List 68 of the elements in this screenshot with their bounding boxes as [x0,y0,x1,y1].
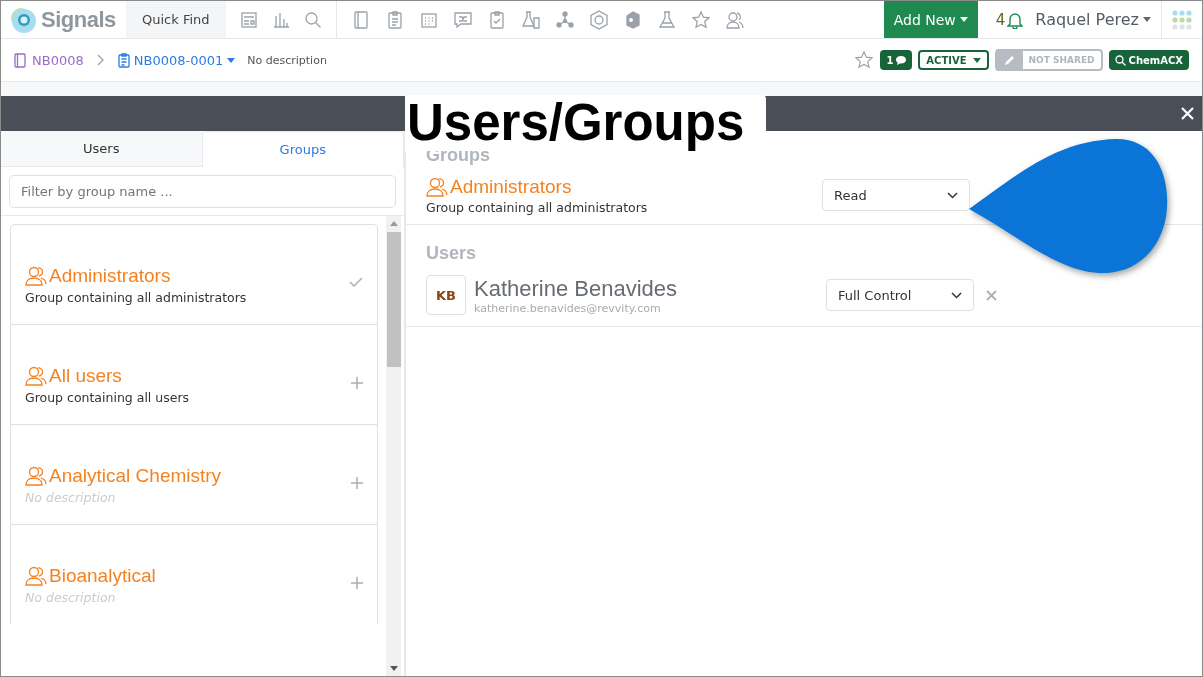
chat-icon[interactable] [452,9,473,30]
notebook-link[interactable]: NB0008 [32,52,84,68]
add-icon[interactable] [351,577,363,589]
scrollbar[interactable] [386,216,401,676]
chevron-down-icon [951,291,962,299]
group-icon [25,566,47,586]
pencil-icon [1003,54,1016,66]
group-icon [25,466,47,486]
bell-icon[interactable] [1007,10,1024,29]
group-description: Group containing all administrators [25,290,248,305]
notification-count: 4 [995,10,1006,29]
remove-icon[interactable] [986,289,997,301]
group-icon [25,366,47,386]
flask-rack-icon[interactable] [520,9,541,30]
group-name: All users [49,365,122,387]
user-avatar: KB [426,275,466,315]
add-new-button[interactable]: Add New [883,1,978,38]
scroll-up-icon [389,221,398,226]
add-icon[interactable] [351,377,363,389]
caret-icon [1143,17,1151,22]
search-icon[interactable] [303,10,322,29]
network-icon[interactable] [554,9,575,30]
group-name: Administrators [49,265,171,287]
group-name: Analytical Chemistry [49,465,222,487]
bar-chart-icon[interactable] [271,10,290,29]
users-icon[interactable] [724,9,745,30]
permission-dropdown[interactable]: Full Control [826,279,974,311]
scroll-down-icon [389,666,398,671]
user-name: Katherine Benavides [474,275,679,302]
logo-icon [9,5,37,34]
chemacx-button[interactable]: ChemACX [1108,50,1189,70]
add-icon[interactable] [351,477,363,489]
entry-description: No description [247,53,327,67]
hexagon-icon[interactable] [588,9,609,30]
comment-icon [896,55,907,65]
tab[interactable]: Users [1,131,202,167]
caret-icon [959,17,968,22]
group-list-item[interactable]: All users Group containing all users [10,324,378,424]
user-email: katherine.benavides@revvity.com [474,301,662,315]
group-icon [426,176,448,197]
quick-find-button[interactable]: Quick Find [125,1,226,38]
comments-button[interactable]: 1 [880,50,913,70]
close-icon [1181,107,1194,120]
star-icon[interactable] [690,9,711,30]
group-list-item[interactable]: Administrators Group containing all administrators [10,224,378,324]
permission-dropdown[interactable]: Read [822,179,970,211]
chevron-right-icon [95,54,104,66]
user-menu[interactable]: Raquel Perez [1023,10,1161,29]
group-name: Administrators [450,175,572,198]
overlay-title: Users/Groups [405,95,767,151]
notebook-icon [14,52,26,68]
chevron-down-icon [947,191,958,199]
star-icon[interactable] [854,50,875,70]
app-logo: Signals [41,6,116,33]
status-dropdown[interactable]: ACTIVE [918,50,989,70]
filter-field[interactable]: Filter by group name ... [9,175,396,208]
section-heading: Users [425,243,478,264]
experiment-selector[interactable]: NB0008-0001 [117,52,236,68]
search-icon [1114,54,1126,66]
flask-icon[interactable] [656,9,677,30]
dashboard-icon[interactable] [239,10,258,29]
clipboard-icon [117,52,130,68]
group-description: Group containing all administrators [426,199,649,215]
group-icon [25,266,47,286]
group-name: Bioanalytical [49,565,156,587]
app-grid-icon[interactable] [1172,9,1192,30]
group-description: Group containing all users [25,390,191,405]
tab[interactable]: Groups [201,131,404,167]
